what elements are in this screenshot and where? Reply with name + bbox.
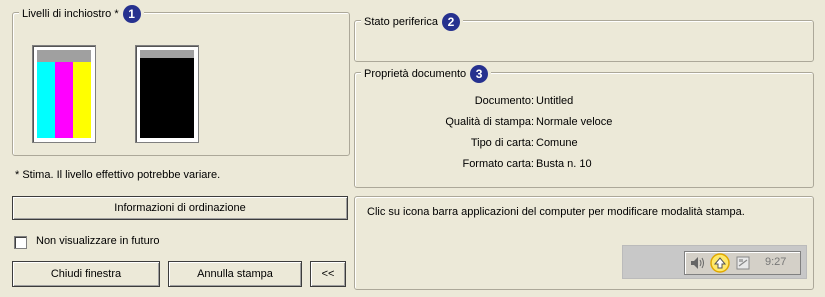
property-label: Tipo di carta: <box>470 137 534 149</box>
system-tray: 9:27 <box>684 251 801 275</box>
device-status-group: Stato periferica 2 <box>354 13 814 62</box>
property-label: Formato carta: <box>462 158 534 170</box>
tray-clock: 9:27 <box>765 256 787 268</box>
property-row-paper-type: Tipo di carta: Comune <box>355 137 695 155</box>
cancel-print-button[interactable]: Annulla stampa <box>168 261 302 287</box>
taskbar-instruction-text: Clic su icona barra applicazioni del com… <box>367 206 745 218</box>
taskbar-tray-illustration: 9:27 <box>622 245 807 279</box>
yellow-ink-bar <box>73 62 91 138</box>
ink-estimate-footnote: * Stima. Il livello effettivo potrebbe v… <box>15 169 221 181</box>
property-row-print-quality: Qualità di stampa: Normale veloce <box>355 116 695 134</box>
color-cartridge <box>32 45 96 143</box>
property-label: Qualità di stampa: <box>445 116 534 128</box>
info-panel: Clic su icona barra applicazioni del com… <box>354 196 814 290</box>
callout-3-icon: 3 <box>470 65 489 83</box>
device-status-legend: Stato periferica 2 <box>361 13 463 31</box>
dont-show-again-checkbox[interactable] <box>14 236 27 249</box>
callout-2-icon: 2 <box>441 13 460 31</box>
order-info-button[interactable]: Informazioni di ordinazione <box>12 196 348 220</box>
property-value: Normale veloce <box>536 116 613 128</box>
speaker-icon <box>691 257 704 269</box>
cyan-ink-bar <box>37 62 55 138</box>
network-icon <box>736 256 750 270</box>
document-properties-legend: Proprietà documento 3 <box>361 65 492 83</box>
property-value: Comune <box>536 137 578 149</box>
black-ink-gray-bar <box>140 50 194 58</box>
black-cartridge <box>135 45 199 143</box>
magenta-ink-bar <box>55 62 73 138</box>
property-label: Documento: <box>474 95 534 107</box>
property-row-document: Documento: Untitled <box>355 95 695 113</box>
property-value: Untitled <box>536 95 574 107</box>
property-value: Busta n. 10 <box>536 158 592 170</box>
callout-1-icon: 1 <box>122 5 141 23</box>
property-row-paper-size: Formato carta: Busta n. 10 <box>355 158 695 176</box>
black-ink-bar <box>140 58 194 138</box>
document-properties-title: Proprietà documento <box>364 68 467 80</box>
close-window-button[interactable]: Chiudi finestra <box>12 261 160 287</box>
printer-status-dialog: Livelli di inchiostro * 1 * Stima. Il li… <box>0 0 825 297</box>
ink-levels-group: Livelli di inchiostro * 1 * Stima. Il li… <box>12 5 350 181</box>
device-status-title: Stato periferica <box>364 16 438 28</box>
taskbar-strip: 9:27 <box>622 245 807 279</box>
ink-levels-title: Livelli di inchiostro * <box>22 8 119 20</box>
dont-show-again-label[interactable]: Non visualizzare in futuro <box>36 235 160 247</box>
document-properties-group: Proprietà documento 3 Documento: Untitle… <box>354 65 814 188</box>
collapse-button[interactable]: << <box>310 261 346 287</box>
ink-levels-legend: Livelli di inchiostro * 1 <box>19 5 144 23</box>
color-ink-gray-bar <box>37 50 91 62</box>
printer-status-tray-icon[interactable] <box>709 253 731 273</box>
